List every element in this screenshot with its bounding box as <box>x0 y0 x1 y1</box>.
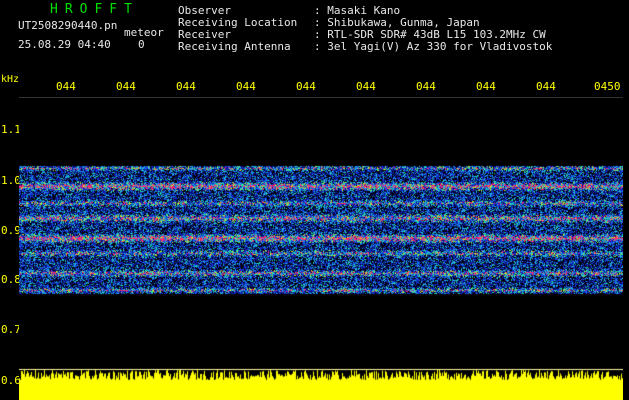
x-tick-label: 044 <box>116 80 136 93</box>
y-tick-label: 1.0 <box>1 174 21 187</box>
x-tick-label: 044 <box>416 80 436 93</box>
y-tick-label: 1.1 <box>1 123 21 136</box>
app-logo: HROFFT <box>50 2 139 17</box>
x-tick-label: 044 <box>356 80 376 93</box>
y-tick-label: 0.6 <box>1 374 21 387</box>
y-axis-unit: kHz <box>1 74 20 85</box>
info-row-antenna: Receiving Antenna : 3el Yagi(V) Az 330 f… <box>178 41 552 53</box>
info-value: : 3el Yagi(V) Az 330 for Vladivostok <box>314 40 553 53</box>
station-info: Observer : Masaki Kano Receiving Locatio… <box>178 5 552 53</box>
info-key: Receiving Antenna <box>178 40 291 53</box>
x-tick-label: 044 <box>236 80 256 93</box>
x-tick-label: 044 <box>476 80 496 93</box>
x-tick-label: 044 <box>536 80 556 93</box>
y-tick-label: 0.7 <box>1 323 21 336</box>
spectrogram-canvas <box>19 98 623 400</box>
meteor-count: 0 <box>138 38 145 51</box>
x-tick-label: 044 <box>56 80 76 93</box>
x-tick-label: 0450 <box>594 80 621 93</box>
y-tick-label: 0.9 <box>1 224 21 237</box>
capture-datetime: 25.08.29 04:40 <box>18 38 111 51</box>
y-tick-label: 0.8 <box>1 273 21 286</box>
x-tick-label: 044 <box>296 80 316 93</box>
file-name: UT2508290440.pn <box>18 19 118 32</box>
x-tick-label: 044 <box>176 80 196 93</box>
